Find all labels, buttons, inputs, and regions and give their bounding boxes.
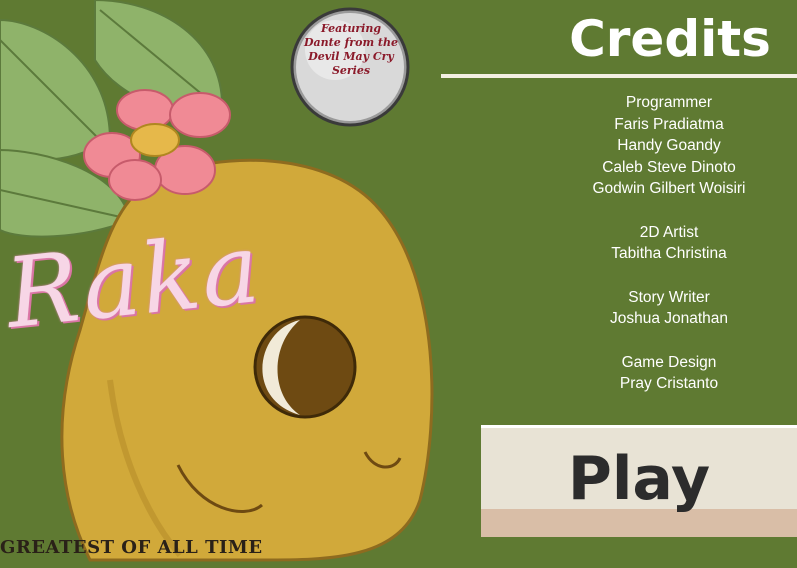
credits-list: Programmer Faris Pradiatma Handy Goandy … <box>540 92 797 417</box>
credits-name: Handy Goandy <box>617 137 721 154</box>
play-button-label: Play <box>567 444 711 514</box>
badge-line: Devil May Cry <box>308 50 394 63</box>
badge-line: Series <box>331 64 371 77</box>
credits-divider <box>441 74 797 78</box>
badge-line: Dante from the <box>304 36 398 49</box>
credits-section-programmer: Programmer Faris Pradiatma Handy Goandy … <box>540 92 797 200</box>
badge-line: Featuring <box>320 22 382 35</box>
play-button[interactable]: Play <box>481 425 797 537</box>
credits-role: Story Writer <box>628 288 710 306</box>
credits-name: Joshua Jonathan <box>609 310 729 327</box>
credits-section-2d-artist: 2D Artist Tabitha Christina <box>540 222 797 265</box>
credits-name: Godwin Gilbert Woisiri <box>592 180 746 197</box>
featuring-badge-text: Featuring Dante from the Devil May Cry S… <box>292 22 410 78</box>
credits-role: 2D Artist <box>639 223 699 241</box>
title-screen: Featuring Dante from the Devil May Cry S… <box>0 0 797 568</box>
credits-name: Faris Pradiatma <box>614 115 724 133</box>
tagline: GREATEST OF ALL TIME <box>0 537 263 558</box>
credits-role: Game Design <box>621 353 717 371</box>
credits-section-game-design: Game Design Pray Cristanto <box>540 352 797 395</box>
credits-heading: Credits <box>569 10 771 68</box>
credits-name: Caleb Steve Dinoto <box>602 158 736 176</box>
credits-name: Pray Cristanto <box>619 375 719 392</box>
credits-section-story-writer: Story Writer Joshua Jonathan <box>540 287 797 330</box>
credits-name: Tabitha Christina <box>611 245 727 262</box>
credits-role: Programmer <box>625 94 713 111</box>
